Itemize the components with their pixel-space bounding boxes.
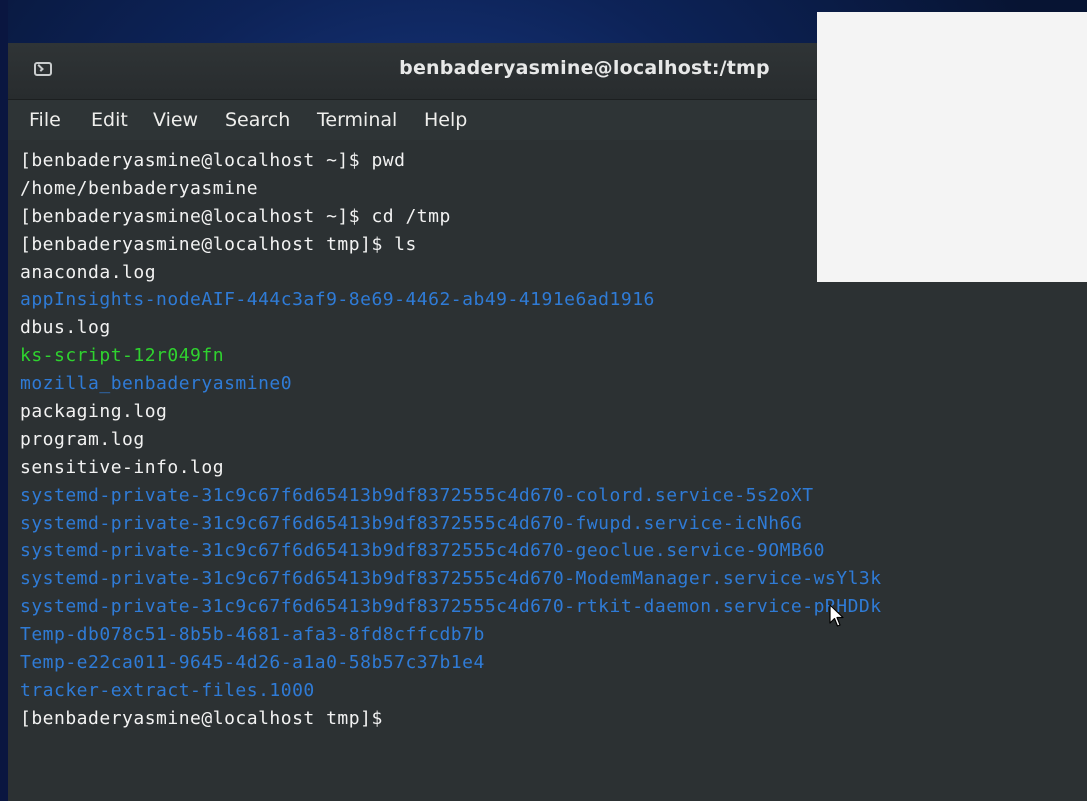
terminal-line: systemd-private-31c9c67f6d65413b9df83725… — [20, 540, 825, 562]
menu-view[interactable]: View — [153, 109, 198, 131]
terminal-line: anaconda.log — [20, 261, 157, 283]
terminal-line: Temp-e22ca011-9645-4d26-a1a0-58b57c37b1e… — [20, 652, 485, 674]
terminal-line: /home/benbaderyasmine — [20, 177, 259, 199]
menu-help[interactable]: Help — [424, 109, 467, 131]
terminal-line: systemd-private-31c9c67f6d65413b9df83725… — [20, 568, 882, 590]
terminal-line: packaging.log — [20, 401, 168, 423]
menu-edit[interactable]: Edit — [91, 109, 128, 131]
desktop-background: benbaderyasmine@localhost:/tmp File Edit… — [0, 0, 1087, 801]
terminal-output: [benbaderyasmine@localhost ~]$ pwd/home/… — [20, 147, 882, 733]
terminal-line: [benbaderyasmine@localhost ~]$ pwd — [20, 150, 406, 171]
terminal-line: dbus.log — [20, 317, 111, 339]
desktop-left-edge — [0, 0, 8, 801]
mouse-pointer-icon — [829, 604, 844, 627]
menu-search[interactable]: Search — [225, 109, 290, 131]
terminal-line: [benbaderyasmine@localhost tmp]$ ls — [20, 233, 417, 255]
terminal-line: mozilla_benbaderyasmine0 — [20, 373, 293, 395]
terminal-line: systemd-private-31c9c67f6d65413b9df83725… — [20, 512, 803, 534]
terminal-line: [benbaderyasmine@localhost tmp]$ — [20, 707, 395, 729]
terminal-line: appInsights-nodeAIF-444c3af9-8e69-4462-a… — [20, 289, 655, 311]
terminal-line: Temp-db078c51-8b5b-4681-afa3-8fd8cffcdb7… — [20, 624, 485, 646]
terminal-line: ks-script-12r049fn — [20, 345, 225, 367]
terminal-line: systemd-private-31c9c67f6d65413b9df83725… — [20, 484, 814, 506]
terminal-line: systemd-private-31c9c67f6d65413b9df83725… — [20, 596, 882, 618]
menu-file[interactable]: File — [29, 109, 61, 131]
terminal-line: [benbaderyasmine@localhost ~]$ cd /tmp — [20, 205, 451, 227]
webcam-overlay — [817, 12, 1087, 282]
terminal-line: sensitive-info.log — [20, 456, 225, 478]
menu-terminal[interactable]: Terminal — [317, 109, 397, 131]
terminal-line: program.log — [20, 428, 145, 450]
terminal-line: tracker-extract-files.1000 — [20, 679, 315, 701]
